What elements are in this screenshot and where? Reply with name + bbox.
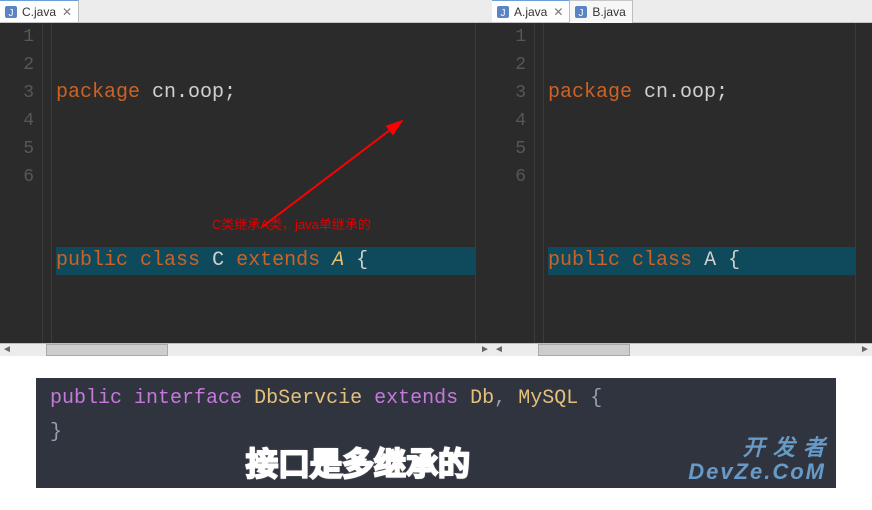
tab-label: B.java [592, 1, 625, 23]
tab-c-java[interactable]: J C.java ✕ [0, 0, 79, 22]
scroll-left-icon[interactable]: ◄ [0, 344, 14, 356]
tabbar-right: J A.java ✕ J B.java [492, 0, 872, 23]
watermark-line1: 开 发 者 [688, 436, 826, 460]
tabbar-left: J C.java ✕ [0, 0, 492, 23]
scroll-right-icon[interactable]: ► [478, 344, 492, 356]
scrollbar-thumb[interactable] [46, 344, 168, 356]
code-area-right[interactable]: package cn.oop; public class A { } [544, 23, 855, 343]
watermark-line2: DevZe.CoM [688, 460, 826, 484]
editor-pane-left: J C.java ✕ 1 2 3 4 5 6 package cn.oop; p… [0, 0, 492, 356]
scrollbar-horizontal[interactable]: ◄ ► [492, 343, 872, 356]
tab-label: C.java [22, 1, 56, 23]
java-file-icon: J [496, 5, 510, 19]
lineno: 6 [0, 163, 34, 191]
lineno: 2 [0, 51, 34, 79]
code-line: package cn.oop; [56, 79, 475, 107]
editor-pane-right: J A.java ✕ J B.java 1 2 3 4 5 6 [492, 0, 872, 356]
tab-label: A.java [514, 1, 547, 23]
lineno: 5 [0, 135, 34, 163]
overview-ruler [855, 23, 872, 343]
lineno: 6 [492, 163, 526, 191]
code-line [548, 163, 855, 191]
code-line [56, 331, 475, 343]
svg-text:J: J [579, 8, 584, 19]
gutter-right: 1 2 3 4 5 6 [492, 23, 535, 343]
lineno: 4 [492, 107, 526, 135]
code-line [548, 331, 855, 343]
fold-gutter [43, 23, 52, 343]
code-line [56, 163, 475, 191]
banner: public interface DbServcie extends Db, M… [36, 378, 836, 488]
java-file-icon: J [4, 5, 18, 19]
close-icon[interactable]: ✕ [553, 1, 563, 23]
scroll-left-icon[interactable]: ◄ [492, 344, 506, 356]
editor-right[interactable]: 1 2 3 4 5 6 package cn.oop; public class… [492, 23, 872, 343]
java-file-icon: J [574, 5, 588, 19]
scrollbar-thumb[interactable] [538, 344, 630, 356]
tab-b-java[interactable]: J B.java [570, 0, 632, 23]
editor-left[interactable]: 1 2 3 4 5 6 package cn.oop; public class… [0, 23, 492, 343]
code-line: public class C extends A { [56, 247, 475, 275]
close-icon[interactable]: ✕ [62, 1, 72, 23]
code-line: public class A { [548, 247, 855, 275]
svg-text:J: J [501, 8, 506, 19]
lineno: 3 [492, 79, 526, 107]
fold-gutter [535, 23, 544, 343]
scroll-right-icon[interactable]: ► [858, 344, 872, 356]
banner-code: public interface DbServcie extends Db, M… [36, 378, 836, 412]
editors-split: J C.java ✕ 1 2 3 4 5 6 package cn.oop; p… [0, 0, 872, 356]
svg-text:J: J [9, 8, 14, 19]
tab-a-java[interactable]: J A.java ✕ [492, 0, 570, 22]
lineno: 1 [492, 23, 526, 51]
lineno: 5 [492, 135, 526, 163]
lineno: 2 [492, 51, 526, 79]
code-line: package cn.oop; [548, 79, 855, 107]
lineno: 1 [0, 23, 34, 51]
overview-ruler [475, 23, 492, 343]
annotation-text: C类继承A类，java单继承的 [212, 211, 371, 239]
lineno: 3 [0, 79, 34, 107]
watermark: 开 发 者 DevZe.CoM [688, 436, 826, 484]
lineno: 4 [0, 107, 34, 135]
code-area-left[interactable]: package cn.oop; public class C extends A… [52, 23, 475, 343]
scrollbar-horizontal[interactable]: ◄ ► [0, 343, 492, 356]
gutter-left: 1 2 3 4 5 6 [0, 23, 43, 343]
banner-big-text: 接口是多继承的 [246, 448, 470, 480]
